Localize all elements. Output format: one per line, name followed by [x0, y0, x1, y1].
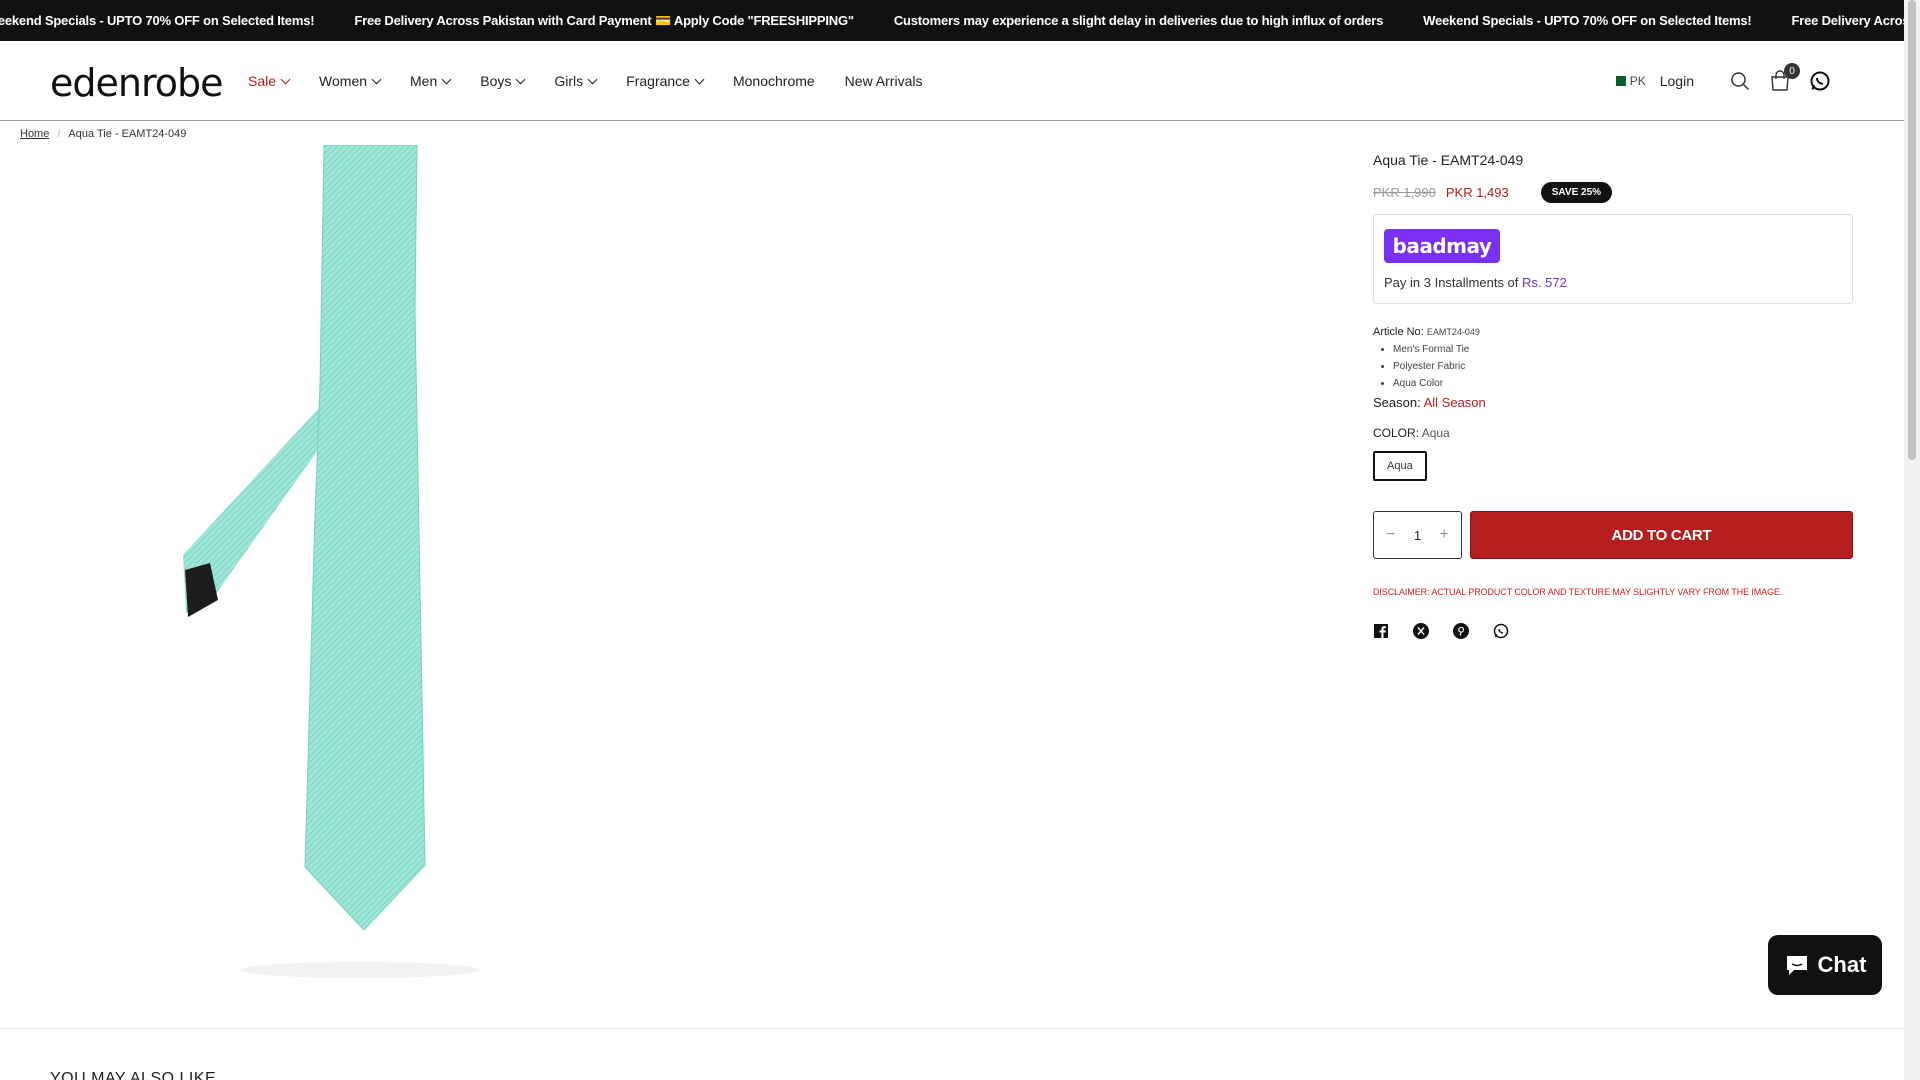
breadcrumb-home[interactable]: Home — [20, 128, 49, 140]
tie-image — [183, 144, 480, 978]
nav-item-sale[interactable]: Sale — [248, 73, 291, 89]
save-badge: SAVE 25% — [1540, 182, 1613, 203]
article-number: Article No: EAMT24-049 — [1373, 326, 1853, 338]
cart-button[interactable]: 0 — [1768, 63, 1800, 93]
baadmay-logo: baadmay — [1384, 229, 1500, 263]
main-nav: Sale Women Men Boys Girls Fragrance Mono… — [248, 41, 952, 121]
compare-price: PKR 1,990 — [1373, 185, 1436, 200]
announcement-item: Customers may experience a slight delay … — [893, 13, 1384, 28]
announcement-item: Weekend Specials - UPTO 70% OFF on Selec… — [1423, 13, 1752, 28]
nav-item-men[interactable]: Men — [410, 73, 452, 89]
sale-price: PKR 1,493 — [1445, 185, 1509, 200]
color-value: Aqua — [1421, 426, 1450, 440]
facebook-icon[interactable] — [1373, 623, 1389, 639]
whatsapp-icon — [1810, 71, 1830, 91]
nav-item-monochrome[interactable]: Monochrome — [733, 73, 815, 89]
nav-label: Men — [410, 73, 438, 89]
chat-icon — [1786, 956, 1807, 975]
color-row: COLOR: Aqua — [1373, 426, 1853, 440]
article-code: EAMT24-049 — [1426, 327, 1480, 337]
nav-item-girls[interactable]: Girls — [554, 73, 598, 89]
announcement-item: Weekend Specials - UPTO 70% OFF on Selec… — [0, 13, 315, 28]
also-like-heading: YOU MAY ALSO LIKE — [50, 1070, 217, 1080]
login-link[interactable]: Login — [1660, 73, 1694, 89]
search-button[interactable] — [1728, 69, 1752, 93]
nav-label: Monochrome — [732, 73, 815, 89]
nav-label: Sale — [248, 73, 277, 89]
pinterest-icon[interactable] — [1453, 623, 1469, 639]
chat-label: Chat — [1817, 952, 1867, 977]
nav-label: Boys — [480, 73, 512, 89]
quantity-stepper: − 1 + — [1373, 511, 1462, 559]
article-label: Article No: — [1373, 326, 1424, 338]
country-selector[interactable]: PK — [1611, 74, 1646, 88]
disclaimer-text: DISCLAIMER: ACTUAL PRODUCT COLOR AND TEX… — [1373, 587, 1783, 597]
feature-list: Men's Formal Tie Polyester Fabric Aqua C… — [1393, 344, 1853, 389]
feature-item: Aqua Color — [1393, 378, 1853, 389]
nav-label: New Arrivals — [844, 73, 923, 89]
share-links — [1373, 623, 1853, 639]
whatsapp-share-icon[interactable] — [1493, 623, 1509, 639]
season-row: Season: All Season — [1373, 395, 1853, 410]
installment-amount: Rs. 572 — [1522, 275, 1567, 290]
chevron-down-icon — [587, 74, 598, 84]
season-label: Season: — [1373, 395, 1421, 410]
header-actions: PK Login 0 — [1611, 41, 1832, 121]
page-scrollbar[interactable] — [1904, 0, 1920, 1080]
product-info: Aqua Tie - EAMT24-049 PKR 1,990 PKR 1,49… — [1373, 152, 1853, 639]
announcement-item: Free Delivery Across Pakistan with Card … — [1791, 12, 1904, 28]
chevron-down-icon — [371, 74, 382, 84]
add-to-cart-button[interactable]: ADD TO CART — [1469, 511, 1853, 559]
product-title: Aqua Tie - EAMT24-049 — [1373, 152, 1524, 168]
chevron-down-icon — [441, 74, 452, 84]
quantity-increase-button[interactable]: + — [1440, 526, 1449, 544]
pakistan-flag-icon — [1611, 76, 1626, 86]
color-label: COLOR: — [1373, 426, 1420, 440]
season-value: All Season — [1423, 395, 1486, 410]
site-logo[interactable]: edenrobe — [50, 61, 223, 105]
quantity-input[interactable]: 1 — [1414, 528, 1421, 543]
nav-label: Girls — [554, 73, 584, 89]
installments-label: Pay in 3 Installments of — [1384, 275, 1519, 290]
whatsapp-button[interactable] — [1808, 69, 1832, 93]
scrollbar-thumb[interactable] — [1908, 0, 1916, 460]
feature-item: Men's Formal Tie — [1393, 344, 1853, 355]
quantity-decrease-button[interactable]: − — [1386, 526, 1395, 544]
installments-text: Pay in 3 Installments of Rs. 572 — [1384, 275, 1842, 290]
buy-row: − 1 + ADD TO CART — [1373, 511, 1853, 559]
chat-button[interactable]: Chat — [1768, 935, 1882, 995]
chevron-down-icon — [280, 74, 291, 84]
announcement-track: Weekend Specials - UPTO 70% OFF on Selec… — [0, 0, 1904, 41]
baadmay-widget[interactable]: baadmay Pay in 3 Installments of Rs. 572 — [1373, 214, 1853, 304]
nav-item-women[interactable]: Women — [319, 73, 382, 89]
nav-label: Fragrance — [626, 73, 690, 89]
color-swatch-aqua[interactable]: Aqua — [1373, 451, 1427, 481]
cart-count-badge: 0 — [1784, 63, 1800, 79]
announcement-item: Free Delivery Across Pakistan with Card … — [354, 12, 854, 28]
site-header: edenrobe Sale Women Men Boys Girls Fragr… — [0, 41, 1904, 121]
price-row: PKR 1,990 PKR 1,493 SAVE 25% — [1373, 182, 1853, 203]
nav-item-new-arrivals[interactable]: New Arrivals — [845, 73, 923, 89]
nav-item-fragrance[interactable]: Fragrance — [626, 73, 705, 89]
product-image[interactable] — [180, 144, 510, 985]
chevron-down-icon — [694, 74, 705, 84]
breadcrumb-separator: / — [57, 128, 61, 140]
breadcrumb-current: Aqua Tie - EAMT24-049 — [68, 128, 187, 140]
x-icon[interactable] — [1413, 623, 1429, 639]
announcement-bar: Weekend Specials - UPTO 70% OFF on Selec… — [0, 0, 1904, 41]
nav-item-boys[interactable]: Boys — [480, 73, 526, 89]
chevron-down-icon — [515, 74, 526, 84]
nav-label: Women — [319, 73, 368, 89]
feature-item: Polyester Fabric — [1393, 361, 1853, 372]
section-divider — [0, 1028, 1904, 1029]
breadcrumb: Home / Aqua Tie - EAMT24-049 — [20, 128, 186, 140]
country-code: PK — [1629, 74, 1646, 88]
search-icon — [1731, 72, 1750, 91]
